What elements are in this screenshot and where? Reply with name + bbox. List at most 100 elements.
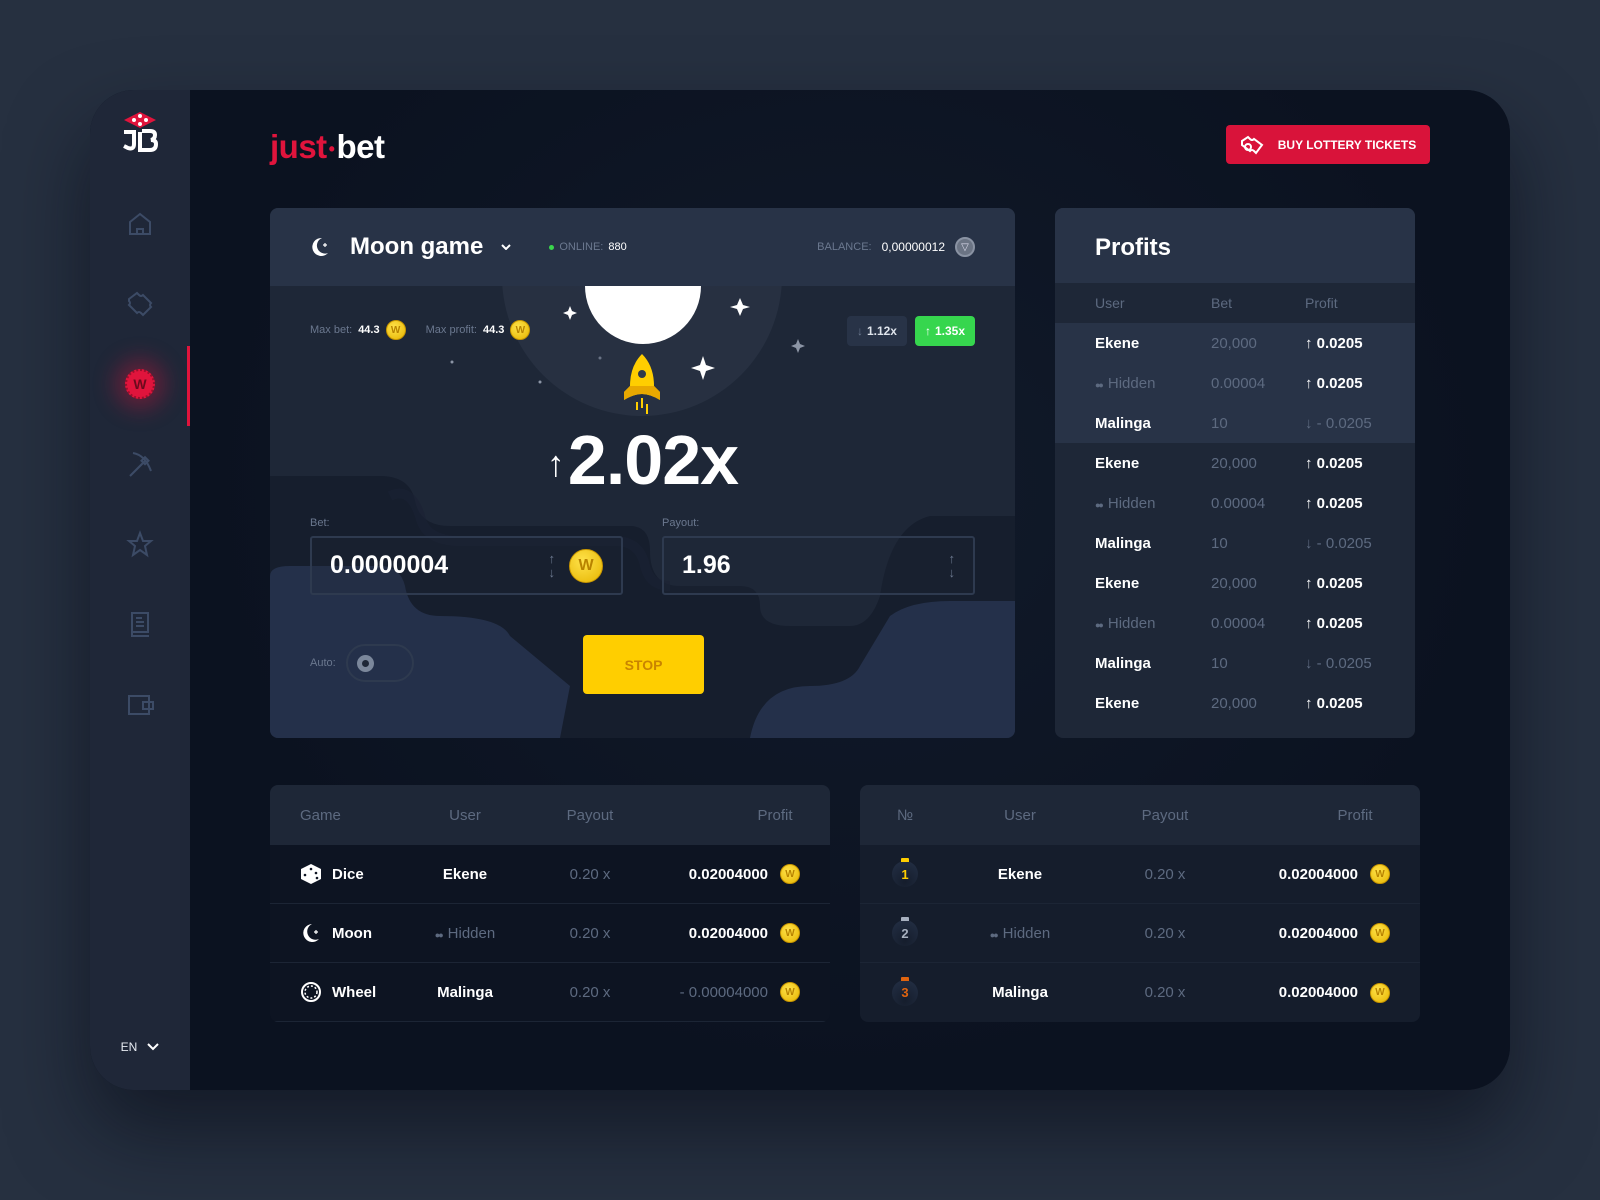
user-name: Ekene xyxy=(1095,574,1140,592)
bet-stepper[interactable]: ↑ ↓ xyxy=(549,551,556,580)
decrease-icon[interactable]: ↓ xyxy=(949,565,956,580)
table-row[interactable]: Dice Ekene 0.20 x 0.02004000 W xyxy=(270,845,830,904)
coin-icon: W xyxy=(385,320,406,340)
user-name: Ekene xyxy=(997,865,1043,883)
max-profit: Max profit: 44.3 W xyxy=(426,320,531,340)
game-name: Moon xyxy=(332,924,372,942)
table-row[interactable]: 1 Ekene 0.20 x 0.02004000 W xyxy=(860,845,1420,904)
bet-payout: 0.20 x xyxy=(569,983,611,1001)
profit-row[interactable]: Ekene 20,000 ↑ 0.0205 xyxy=(1055,443,1415,483)
profit-bet: 20,000 xyxy=(1211,334,1257,352)
sidebar-nav: W xyxy=(90,184,190,744)
column-header-profit: Profit xyxy=(1305,295,1338,311)
leader-user: Malinga xyxy=(950,984,1090,1001)
history-pill-up[interactable]: ↑ 1.35x xyxy=(914,316,975,346)
profit-user: Ekene xyxy=(1095,455,1211,472)
decrease-icon[interactable]: ↓ xyxy=(549,565,556,580)
payout-stepper[interactable]: ↑ ↓ xyxy=(949,551,956,580)
profit-value: ↑ 0.0205 xyxy=(1305,574,1363,592)
sidebar-item-favorites[interactable] xyxy=(90,504,190,584)
profit-bet: 20,000 xyxy=(1211,574,1257,592)
table-row[interactable]: 3 Malinga 0.20 x 0.02004000 W xyxy=(860,963,1420,1022)
arrow-up-icon: ↑ xyxy=(546,443,565,484)
lottery-ticket-icon xyxy=(1240,135,1264,155)
moon-icon xyxy=(303,924,319,942)
coin-icon: W xyxy=(1370,864,1390,884)
language-selector[interactable]: EN xyxy=(90,1040,190,1054)
profit-row[interactable]: ●● Hidden 0.00004 ↑ 0.0205 xyxy=(1055,483,1415,523)
profits-title: Profits xyxy=(1055,208,1415,283)
online-status: ONLINE: 880 xyxy=(549,241,627,253)
buy-lottery-tickets-button[interactable]: BUY LOTTERY TICKETS xyxy=(1226,125,1430,164)
payout-input[interactable] xyxy=(682,551,882,580)
online-indicator-dot xyxy=(549,244,555,250)
game-name: Wheel xyxy=(332,983,377,1001)
brand-separator: • xyxy=(328,138,335,159)
profit-bet: 10 xyxy=(1211,414,1228,432)
user-name: Hidden xyxy=(1107,374,1156,392)
game-name: Dice xyxy=(332,865,364,883)
brand-bet: bet xyxy=(336,128,385,165)
coin-icon: W xyxy=(1370,982,1390,1003)
wheel-icon xyxy=(301,982,321,1002)
profit-user: ●● Hidden xyxy=(1095,495,1211,512)
history-value: 1.12x xyxy=(866,324,897,338)
sidebar-item-mining[interactable] xyxy=(90,424,190,504)
hidden-user-icon: ●● xyxy=(1095,619,1104,630)
tron-currency-icon[interactable]: ▽ xyxy=(955,237,975,257)
profit-value: - 0.00004000 xyxy=(679,983,768,1001)
game-dropdown-chevron-icon[interactable] xyxy=(501,244,512,250)
rocket-icon xyxy=(624,354,660,414)
hidden-user-icon: ●● xyxy=(989,929,999,940)
user-name: Ekene xyxy=(1095,454,1140,472)
profit-row[interactable]: Malinga 10 ↓ - 0.0205 xyxy=(1055,643,1415,683)
online-label: ONLINE: xyxy=(559,241,604,253)
rank-cell: 1 xyxy=(860,858,950,887)
profit-value: 0.02004000 xyxy=(1278,924,1358,942)
table-row[interactable]: Wheel Malinga 0.20 x - 0.00004000 W xyxy=(270,963,830,1022)
history-value: 1.35x xyxy=(934,324,965,338)
rank-cell: 2 xyxy=(860,917,950,946)
sidebar-item-tickets[interactable] xyxy=(90,264,190,344)
profit-row[interactable]: Ekene 20,000 ↑ 0.0205 xyxy=(1055,683,1415,723)
profit-value: 0.02004000 xyxy=(1278,984,1358,1001)
sidebar-item-wallet[interactable] xyxy=(90,664,190,744)
stop-button[interactable]: STOP xyxy=(583,635,704,694)
increase-icon[interactable]: ↑ xyxy=(949,551,956,566)
profit-value: ↑ 0.0205 xyxy=(1305,614,1363,632)
profit-row[interactable]: Malinga 10 ↓ - 0.0205 xyxy=(1055,523,1415,563)
profit-row[interactable]: Ekene 20,000 ↑ 0.0205 xyxy=(1055,323,1415,363)
table-row[interactable]: Moon ●● Hidden 0.20 x 0.02004000 W xyxy=(270,904,830,963)
chevron-down-icon xyxy=(147,1043,160,1051)
profit-row[interactable]: ●● Hidden 0.00004 ↑ 0.0205 xyxy=(1055,363,1415,403)
coin-icon: W xyxy=(125,369,155,399)
leader-user: ●● Hidden xyxy=(950,925,1090,942)
leaderboard-table: № User Payout Profit 1 Ekene 0.20 x 0.02004… xyxy=(860,785,1420,1022)
profit-row[interactable]: Ekene 20,000 ↑ 0.0205 xyxy=(1055,563,1415,603)
silver-medal-icon: 2 xyxy=(892,917,918,946)
payout-label: Payout: xyxy=(662,517,700,529)
profit-bet: 20,000 xyxy=(1211,694,1257,712)
sidebar-item-rules[interactable] xyxy=(90,584,190,664)
justbet-logo-icon[interactable] xyxy=(120,110,160,154)
main-content: just •bet BUY LOTTERY TICKETS Moon game O… xyxy=(190,90,1510,1090)
column-header-user: User xyxy=(449,806,481,824)
sidebar-item-coin[interactable]: W xyxy=(90,344,190,426)
bet-input[interactable] xyxy=(330,551,530,580)
leader-payout: 0.20 x xyxy=(1144,924,1186,942)
increase-icon[interactable]: ↑ xyxy=(549,551,556,566)
book-icon xyxy=(131,612,149,637)
history-pill-down[interactable]: ↓ 1.12x xyxy=(846,316,907,346)
profit-row[interactable]: ●● Hidden 0.00004 ↑ 0.0205 xyxy=(1055,603,1415,643)
bet-user: Ekene xyxy=(410,866,520,883)
brand-logo[interactable]: just •bet xyxy=(270,128,385,166)
profit-row[interactable]: Malinga 10 ↓ - 0.0205 xyxy=(1055,403,1415,443)
sidebar: W EN xyxy=(90,90,190,1090)
current-multiplier: ↑2.02x xyxy=(270,420,1015,500)
auto-toggle[interactable] xyxy=(345,644,414,682)
coin-currency-icon[interactable]: W xyxy=(569,548,603,583)
recent-bets-table: Game User Payout Profit Dice Ekene 0.20 x 0… xyxy=(270,785,830,1022)
table-row[interactable]: 2 ●● Hidden 0.20 x 0.02004000 W xyxy=(860,904,1420,963)
sidebar-item-home[interactable] xyxy=(90,184,190,264)
pickaxe-icon xyxy=(129,452,152,477)
